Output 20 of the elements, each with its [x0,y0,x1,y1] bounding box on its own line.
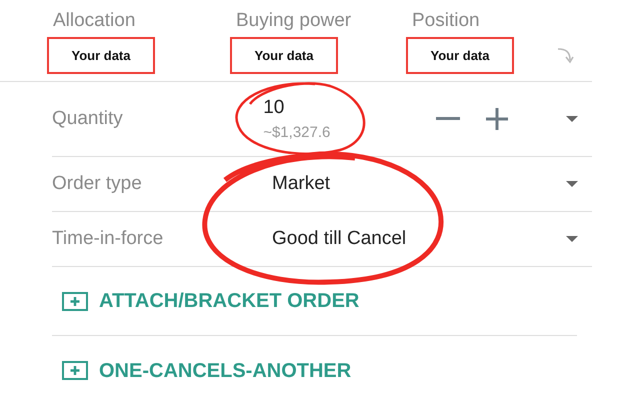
dropdown-caret-icon[interactable] [566,236,578,242]
summary-value: Your data [47,37,155,74]
field-label: Quantity [52,106,124,131]
minus-icon[interactable] [436,117,460,121]
summary-label: Position [411,9,481,33]
dropdown-caret-icon[interactable] [566,181,578,187]
field-value[interactable]: Good till Cancel [272,224,452,254]
estimated-cost: ~$1,327.6 [263,123,332,143]
summary-value: Your data [230,37,338,74]
field-value[interactable]: 10 [263,94,436,122]
summary-label: Allocation [52,9,136,33]
field-label: Order type [52,172,143,196]
summary-label: Buying power [235,9,352,33]
field-label: Time-in-force [52,226,164,251]
summary-value: Your data [406,37,514,74]
add-box-icon [62,292,88,310]
field-value[interactable]: Market [272,170,452,198]
add-box-icon [62,361,88,380]
plus-icon[interactable] [486,108,508,130]
dropdown-caret-icon[interactable] [566,116,578,122]
